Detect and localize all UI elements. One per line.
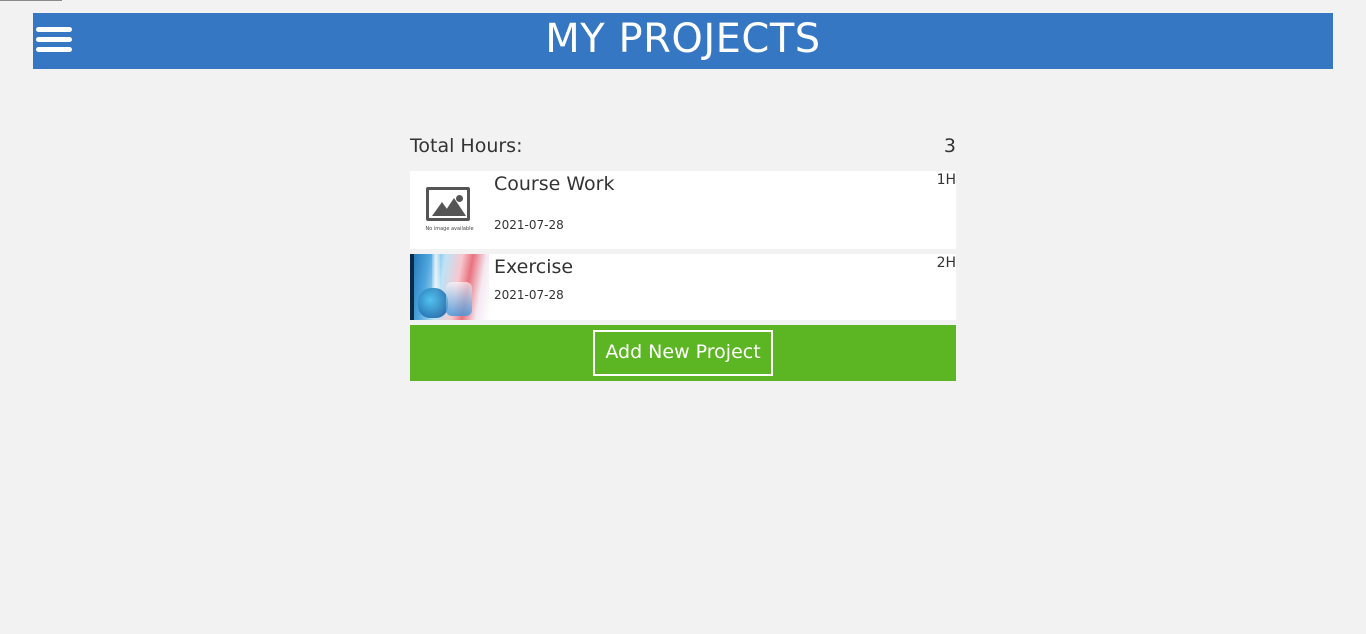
flask-shape <box>418 288 448 318</box>
page-title: MY PROJECTS <box>545 16 821 62</box>
add-project-bar: Add New Project <box>410 325 956 381</box>
project-hours: 1H <box>936 172 956 188</box>
image-mountain-shape-right <box>442 198 466 216</box>
project-date: 2021-07-28 <box>494 218 564 232</box>
project-name: Exercise <box>494 256 574 278</box>
total-hours-row: Total Hours: 3 <box>410 128 956 164</box>
add-new-project-button[interactable]: Add New Project <box>593 330 773 376</box>
total-hours-value: 3 <box>943 135 956 157</box>
top-edge-indicator <box>0 0 62 1</box>
project-card-course-work[interactable]: No image available Course Work 2021-07-2… <box>410 171 956 249</box>
app-header: MY PROJECTS <box>33 13 1333 69</box>
project-date: 2021-07-28 <box>494 288 564 302</box>
project-card-exercise[interactable]: Exercise 2021-07-28 2H <box>410 254 956 320</box>
total-hours-label: Total Hours: <box>410 135 523 157</box>
no-image-placeholder-icon: No image available <box>410 171 489 249</box>
project-hours: 2H <box>936 255 956 271</box>
project-name: Course Work <box>494 173 615 195</box>
beaker-shape <box>446 282 472 316</box>
thumbnail-edge <box>410 254 414 320</box>
image-frame-icon <box>426 187 470 221</box>
project-thumbnail <box>410 254 489 320</box>
no-image-caption: No image available <box>425 226 474 232</box>
projects-panel: Total Hours: 3 No image available Course… <box>410 128 956 381</box>
